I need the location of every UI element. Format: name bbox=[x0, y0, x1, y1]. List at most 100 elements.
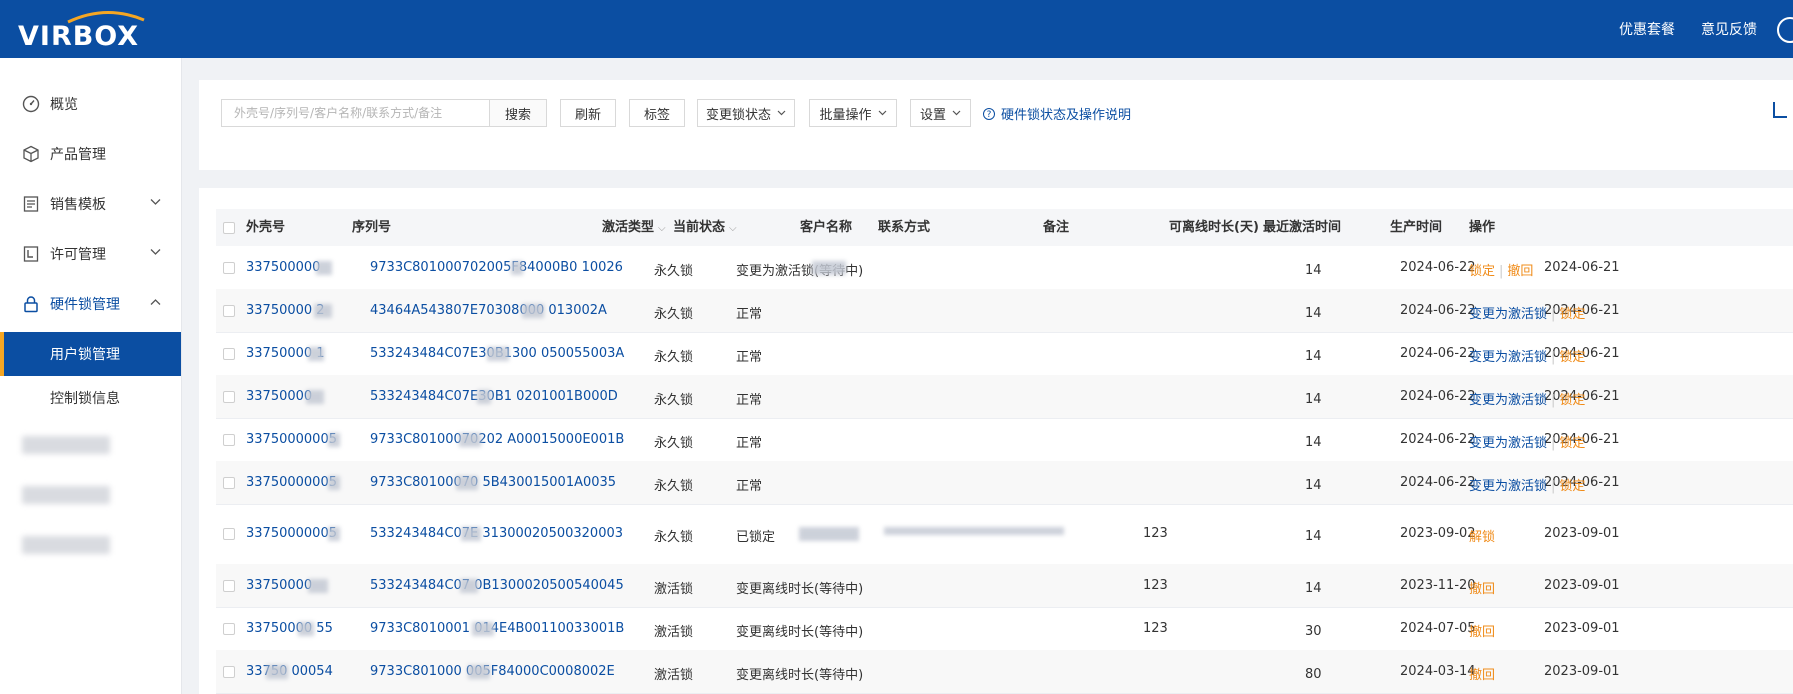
row-action-primary[interactable]: 变更为激活锁 bbox=[1469, 307, 1547, 322]
chart-icon[interactable] bbox=[1773, 102, 1787, 118]
row-action-primary[interactable]: 锁定 bbox=[1469, 264, 1495, 279]
cell-ops: 变更为激活锁 | 锁定 bbox=[1469, 303, 1585, 322]
search-input[interactable] bbox=[221, 99, 489, 127]
row-action-secondary[interactable]: 锁定 bbox=[1559, 307, 1585, 322]
row-action-primary[interactable]: 变更为激活锁 bbox=[1469, 350, 1547, 365]
sidebar-item-hardware-locks[interactable]: 硬件锁管理 bbox=[0, 284, 181, 324]
cell-serial[interactable]: 43464A543807E70308000 013002A bbox=[370, 303, 607, 318]
table-row: 33750000 55 9733C8010001 014E4B0011003300… bbox=[216, 607, 1793, 651]
col-type[interactable]: 激活类型 ⌵ bbox=[602, 209, 666, 246]
cell-shell[interactable]: 33750000005 bbox=[246, 432, 337, 447]
refresh-button[interactable]: 刷新 bbox=[560, 99, 616, 127]
cell-shell[interactable]: 33750000005 bbox=[246, 475, 337, 490]
col-offline: 可离线时长(天) bbox=[1169, 220, 1259, 235]
row-checkbox[interactable] bbox=[223, 262, 235, 274]
cell-shell[interactable]: 33750 00054 bbox=[246, 664, 333, 679]
row-action-secondary[interactable]: 锁定 bbox=[1559, 436, 1585, 451]
redaction-mask bbox=[328, 476, 340, 490]
cell-ops: 撤回 bbox=[1469, 578, 1495, 597]
cell-state: 正常 bbox=[736, 479, 763, 494]
row-checkbox[interactable] bbox=[223, 580, 235, 592]
cell-offline: 14 bbox=[1305, 306, 1322, 321]
sidebar-subitem-control-locks[interactable]: 控制锁信息 bbox=[0, 376, 181, 420]
row-checkbox[interactable] bbox=[223, 528, 235, 540]
row-action-primary[interactable]: 撤回 bbox=[1469, 668, 1495, 683]
col-note: 备注 bbox=[1043, 220, 1070, 235]
search-button[interactable]: 搜索 bbox=[489, 99, 547, 127]
cell-shell[interactable]: 337500000 bbox=[246, 260, 320, 275]
sidebar-subitem-user-locks[interactable]: 用户锁管理 bbox=[0, 332, 181, 376]
col-produced: 生产时间 bbox=[1390, 220, 1443, 235]
tag-button[interactable]: 标签 bbox=[629, 99, 685, 127]
select-all-checkbox[interactable] bbox=[223, 222, 235, 234]
cell-type: 激活锁 bbox=[654, 582, 694, 597]
header-link-feedback[interactable]: 意见反馈 bbox=[1701, 19, 1757, 39]
cell-serial[interactable]: 9733C80100070202 A00015000E001B bbox=[370, 432, 624, 447]
sidebar-item-overview[interactable]: 概览 bbox=[0, 84, 181, 124]
row-action-primary[interactable]: 变更为激活锁 bbox=[1469, 393, 1547, 408]
cell-serial[interactable]: 533243484C07 0B1300020500540045 bbox=[370, 578, 624, 593]
row-action-secondary[interactable]: 锁定 bbox=[1559, 393, 1585, 408]
help-link[interactable]: ? 硬件锁状态及操作说明 bbox=[983, 104, 1131, 123]
header-link-plans[interactable]: 优惠套餐 bbox=[1619, 19, 1675, 39]
row-checkbox[interactable] bbox=[223, 305, 235, 317]
cell-serial[interactable]: 9733C8010001 014E4B00110033001B bbox=[370, 621, 624, 636]
col-state[interactable]: 当前状态 ⌵ bbox=[673, 209, 737, 246]
batch-ops-dropdown[interactable]: 批量操作 bbox=[809, 99, 897, 127]
cell-produced: 2023-09-01 bbox=[1544, 526, 1620, 541]
col-type-label: 激活类型 bbox=[602, 220, 655, 235]
cell-state: 正常 bbox=[736, 393, 763, 408]
settings-dropdown[interactable]: 设置 bbox=[910, 99, 971, 127]
row-checkbox[interactable] bbox=[223, 623, 235, 635]
table-header: 外壳号 序列号 激活类型 ⌵ 当前状态 ⌵ 客户名称 联系方式 备注 可离线时长(天… bbox=[216, 209, 1793, 246]
cell-state: 正常 bbox=[736, 307, 763, 322]
row-checkbox[interactable] bbox=[223, 348, 235, 360]
cell-shell[interactable]: 33750000 55 bbox=[246, 621, 333, 636]
col-last-active: 最近激活时间 bbox=[1263, 220, 1342, 235]
cell-ops: 锁定 | 撤回 bbox=[1469, 260, 1533, 279]
redaction-mask bbox=[456, 476, 478, 490]
virbox-logo[interactable]: VIRBOX bbox=[18, 8, 158, 52]
cell-serial[interactable]: 533243484C07E30B1 0201001B000D bbox=[370, 389, 618, 404]
question-icon: ? bbox=[983, 107, 995, 120]
cell-type: 永久锁 bbox=[654, 436, 694, 451]
row-checkbox[interactable] bbox=[223, 666, 235, 678]
sidebar-item-products[interactable]: 产品管理 bbox=[0, 134, 181, 174]
redaction-mask bbox=[328, 527, 340, 541]
cell-offline: 14 bbox=[1305, 435, 1322, 450]
col-ops: 操作 bbox=[1469, 220, 1496, 235]
sidebar-item-licenses[interactable]: 许可管理 bbox=[0, 234, 181, 274]
redaction-mask bbox=[468, 665, 490, 679]
cell-shell[interactable]: 33750000 bbox=[246, 389, 312, 404]
row-action-primary[interactable]: 变更为激活锁 bbox=[1469, 479, 1547, 494]
row-action-primary[interactable]: 解锁 bbox=[1469, 530, 1495, 545]
col-customer: 客户名称 bbox=[800, 220, 853, 235]
cell-serial[interactable]: 9733C801000702005F84000B0 10026 bbox=[370, 260, 623, 275]
redaction-mask bbox=[266, 665, 288, 679]
row-action-secondary[interactable]: 锁定 bbox=[1559, 350, 1585, 365]
row-action-primary[interactable]: 撤回 bbox=[1469, 625, 1495, 640]
row-checkbox[interactable] bbox=[223, 391, 235, 403]
row-action-primary[interactable]: 撤回 bbox=[1469, 582, 1495, 597]
change-state-dropdown[interactable]: 变更锁状态 bbox=[697, 99, 795, 127]
action-separator: | bbox=[1551, 479, 1556, 494]
cell-last-active: 2024-06-22 bbox=[1400, 346, 1476, 361]
cell-note: 123 bbox=[1143, 578, 1168, 593]
row-checkbox[interactable] bbox=[223, 477, 235, 489]
row-action-secondary[interactable]: 锁定 bbox=[1559, 479, 1585, 494]
cell-shell[interactable]: 33750000 2 bbox=[246, 303, 325, 318]
sidebar-item-sales-templates[interactable]: 销售模板 bbox=[0, 184, 181, 224]
cell-serial[interactable]: 9733C801000 005F84000C0008002E bbox=[370, 664, 615, 679]
dropdown-label: 批量操作 bbox=[819, 107, 872, 123]
cell-offline: 80 bbox=[1305, 667, 1322, 682]
cell-last-active: 2024-06-22 bbox=[1400, 389, 1476, 404]
row-action-primary[interactable]: 变更为激活锁 bbox=[1469, 436, 1547, 451]
cell-serial[interactable]: 9733C80100070 5B430015001A0035 bbox=[370, 475, 616, 490]
row-checkbox[interactable] bbox=[223, 434, 235, 446]
cell-type: 永久锁 bbox=[654, 530, 694, 545]
cell-serial[interactable]: 533243484C07E 31300020500320003 bbox=[370, 526, 623, 541]
avatar[interactable] bbox=[1777, 17, 1793, 43]
cell-shell[interactable]: 33750000 bbox=[246, 578, 312, 593]
row-action-secondary[interactable]: 撤回 bbox=[1507, 264, 1533, 279]
cell-shell[interactable]: 33750000005 bbox=[246, 526, 337, 541]
